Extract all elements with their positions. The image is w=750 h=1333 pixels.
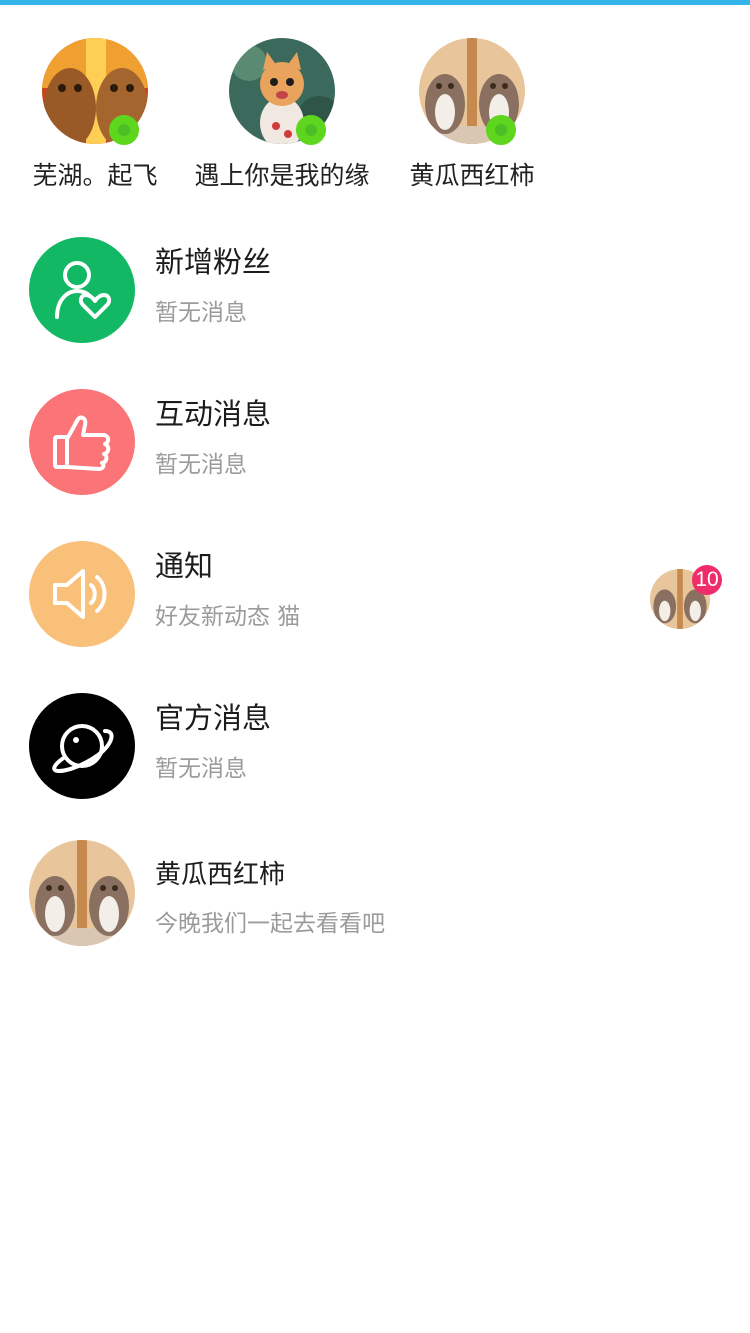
message-row-chat[interactable]: 黄瓜西红柿 今晚我们一起去看看吧: [0, 828, 750, 958]
online-indicator: [109, 115, 139, 145]
message-row-notifications[interactable]: 通知 好友新动态 猫 10: [0, 529, 750, 659]
message-row-official[interactable]: 官方消息 暂无消息: [0, 681, 750, 811]
cat-pair-mirror-avatar: [29, 840, 135, 946]
story-name: 遇上你是我的缘: [194, 161, 370, 190]
top-accent-bar: [0, 0, 750, 5]
story-name: 芜湖。起飞: [32, 161, 158, 190]
row-title: 互动消息: [155, 397, 272, 431]
row-subtitle: 今晚我们一起去看看吧: [155, 911, 385, 937]
row-subtitle: 暂无消息: [155, 300, 247, 326]
online-indicator: [486, 115, 516, 145]
row-title: 黄瓜西红柿: [155, 860, 286, 890]
story-item[interactable]: 芜湖。起飞: [0, 38, 190, 198]
story-item[interactable]: 黄瓜西红柿: [377, 38, 567, 198]
story-item[interactable]: 遇上你是我的缘: [187, 38, 377, 198]
message-row-interactions[interactable]: 互动消息 暂无消息: [0, 377, 750, 507]
row-title: 新增粉丝: [155, 245, 272, 279]
online-indicator: [296, 115, 326, 145]
unread-badge: 10: [692, 565, 722, 595]
row-subtitle: 暂无消息: [155, 452, 247, 478]
user-heart-icon: [29, 237, 135, 343]
message-row-new-fans[interactable]: 新增粉丝 暂无消息: [0, 225, 750, 355]
thumbs-up-icon: [29, 389, 135, 495]
row-subtitle: 暂无消息: [155, 756, 247, 782]
row-title: 通知: [155, 549, 214, 583]
speaker-icon: [29, 541, 135, 647]
row-title: 官方消息: [155, 701, 272, 735]
story-name: 黄瓜西红柿: [409, 161, 535, 190]
avatar[interactable]: [29, 840, 135, 946]
planet-icon: [29, 693, 135, 799]
row-subtitle: 好友新动态 猫: [155, 604, 301, 630]
